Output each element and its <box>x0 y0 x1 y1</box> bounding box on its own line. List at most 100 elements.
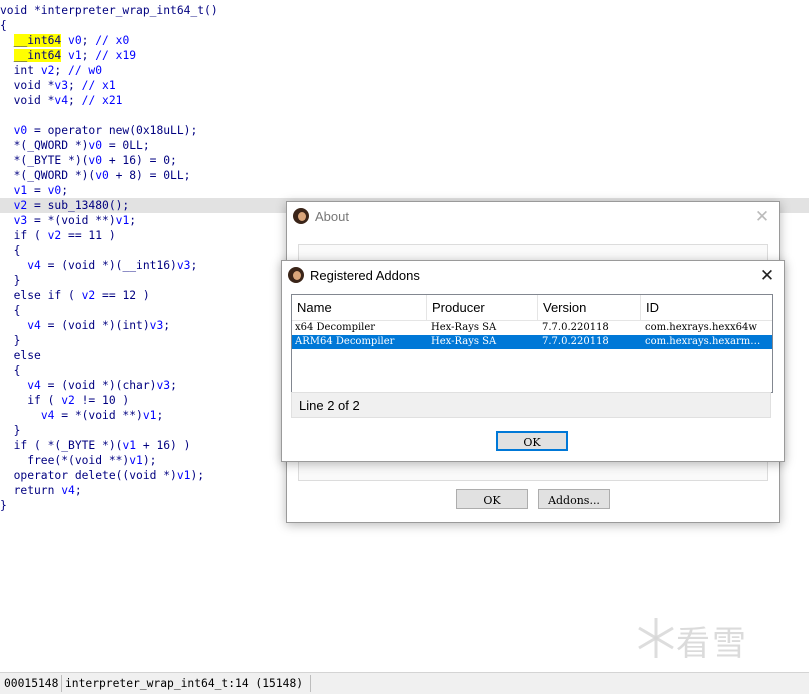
addon-producer: Hex-Rays SA <box>431 336 497 347</box>
variable-token[interactable]: v2 <box>82 289 96 302</box>
about-close-icon[interactable]: ✕ <box>751 206 773 228</box>
status-separator <box>61 675 62 692</box>
code-line[interactable]: { <box>0 363 21 378</box>
addon-version: 7.7.0.220118 <box>542 336 609 347</box>
code-line[interactable]: v4 = (void *)(char)v3; <box>0 378 177 393</box>
variable-token[interactable]: v1 <box>129 454 143 467</box>
variable-token[interactable]: v4 <box>41 409 55 422</box>
code-line[interactable]: { <box>0 303 21 318</box>
addon-row[interactable]: ARM64 Decompiler Hex-Rays SA 7.7.0.22011… <box>292 335 772 349</box>
code-comment: // w0 <box>68 64 103 77</box>
watermark-text: 看雪 <box>676 624 748 664</box>
code-line[interactable]: *(_BYTE *)(v0 + 16) = 0; <box>0 153 177 168</box>
code-line[interactable]: return v4; <box>0 483 82 498</box>
code-line[interactable]: else <box>0 348 41 363</box>
code-comment: // x1 <box>81 79 116 92</box>
variable-token[interactable]: v0 <box>48 184 62 197</box>
snowflake-icon <box>638 618 674 658</box>
code-line[interactable]: if ( v2 == 11 ) <box>0 228 116 243</box>
code-line[interactable]: if ( *(_BYTE *)(v1 + 16) ) <box>0 438 191 453</box>
variable-token[interactable]: v2 <box>14 199 28 212</box>
addon-id: com.hexrays.hexarm… <box>645 336 761 347</box>
variable-token[interactable]: v0 <box>68 34 82 47</box>
column-header-producer[interactable]: Producer <box>427 295 538 320</box>
variable-token[interactable]: v1 <box>14 184 28 197</box>
variable-token[interactable]: v3 <box>156 379 170 392</box>
addon-row[interactable]: x64 Decompiler Hex-Rays SA 7.7.0.220118 … <box>292 321 772 335</box>
column-header-id[interactable]: ID <box>641 295 772 320</box>
about-titlebar[interactable]: About ✕ <box>287 202 779 232</box>
variable-token[interactable]: v2 <box>48 229 62 242</box>
code-line[interactable]: v4 = *(void **)v1; <box>0 408 163 423</box>
addon-version: 7.7.0.220118 <box>542 322 609 333</box>
code-line[interactable]: else if ( v2 == 12 ) <box>0 288 150 303</box>
variable-token[interactable]: v1 <box>177 469 191 482</box>
variable-token[interactable]: v1 <box>68 49 82 62</box>
highlighted-type-token[interactable]: __int64 <box>13 49 62 62</box>
addons-titlebar[interactable]: Registered Addons ✕ <box>282 261 784 291</box>
variable-token[interactable]: v3 <box>54 79 68 92</box>
code-line[interactable]: __int64 v1; // x19 <box>0 48 136 63</box>
code-line[interactable]: { <box>0 243 21 258</box>
about-title: About <box>315 209 349 224</box>
code-line[interactable]: } <box>0 273 21 288</box>
code-line[interactable]: void *interpreter_wrap_int64_t() <box>0 3 218 18</box>
variable-token[interactable]: v4 <box>27 259 41 272</box>
variable-token[interactable]: v3 <box>150 319 164 332</box>
variable-token[interactable]: v4 <box>61 484 75 497</box>
about-ok-button[interactable]: OK <box>456 489 528 509</box>
variable-token[interactable]: v4 <box>27 319 41 332</box>
code-comment: // x21 <box>81 94 123 107</box>
status-separator <box>310 675 311 692</box>
variable-token[interactable]: v2 <box>41 64 55 77</box>
addons-button[interactable]: Addons... <box>538 489 610 509</box>
addon-name: x64 Decompiler <box>295 322 376 333</box>
addons-status-text: Line 2 of 2 <box>299 398 360 413</box>
code-line[interactable]: void *v4; // x21 <box>0 93 123 108</box>
addon-id: com.hexrays.hexx64w <box>645 322 757 333</box>
variable-token[interactable]: v1 <box>143 409 157 422</box>
addons-ok-button[interactable]: OK <box>496 431 568 451</box>
code-line[interactable]: *(_QWORD *)v0 = 0LL; <box>0 138 150 153</box>
code-line[interactable]: } <box>0 498 7 513</box>
code-line[interactable]: } <box>0 333 21 348</box>
variable-token[interactable]: v4 <box>27 379 41 392</box>
addons-list[interactable]: Name Producer Version ID x64 Decompiler … <box>291 294 773 393</box>
code-line[interactable]: v1 = v0; <box>0 183 68 198</box>
addons-close-icon[interactable]: ✕ <box>756 265 778 287</box>
code-line[interactable]: v3 = *(void **)v1; <box>0 213 136 228</box>
column-header-version[interactable]: Version <box>538 295 641 320</box>
code-line[interactable]: v4 = (void *)(int)v3; <box>0 318 170 333</box>
registered-addons-dialog: Registered Addons ✕ Name Producer Versio… <box>281 260 785 462</box>
highlighted-type-token[interactable]: __int64 <box>13 34 62 47</box>
code-line[interactable]: void *v3; // x1 <box>0 78 116 93</box>
variable-token[interactable]: v0 <box>14 124 28 137</box>
status-bar: 00015148 interpreter_wrap_int64_t:14 (15… <box>0 672 809 694</box>
addons-title: Registered Addons <box>310 268 420 283</box>
code-line[interactable]: operator delete((void *)v1); <box>0 468 204 483</box>
column-header-name[interactable]: Name <box>292 295 427 320</box>
code-line[interactable]: *(_QWORD *)(v0 + 8) = 0LL; <box>0 168 191 183</box>
code-line[interactable]: free(*(void **)v1); <box>0 453 156 468</box>
ida-app-icon <box>293 208 309 224</box>
code-line[interactable]: v2 = sub_13480(); <box>0 198 130 213</box>
variable-token[interactable]: v0 <box>88 154 102 167</box>
variable-token[interactable]: v1 <box>116 214 130 227</box>
variable-token[interactable]: v1 <box>122 439 136 452</box>
variable-token[interactable]: v4 <box>54 94 68 107</box>
code-line[interactable]: v4 = (void *)(__int16)v3; <box>0 258 197 273</box>
variable-token[interactable]: v3 <box>177 259 191 272</box>
code-line[interactable]: int v2; // w0 <box>0 63 102 78</box>
code-line[interactable]: { <box>0 18 7 33</box>
code-line[interactable]: if ( v2 != 10 ) <box>0 393 129 408</box>
variable-token[interactable]: v0 <box>95 169 109 182</box>
code-line[interactable]: __int64 v0; // x0 <box>0 33 129 48</box>
code-line[interactable]: v0 = operator new(0x18uLL); <box>0 123 198 138</box>
addons-status: Line 2 of 2 <box>291 392 771 418</box>
variable-token[interactable]: v2 <box>61 394 75 407</box>
variable-token[interactable]: v0 <box>88 139 102 152</box>
variable-token[interactable]: v3 <box>14 214 28 227</box>
code-line[interactable]: } <box>0 423 21 438</box>
addons-list-header: Name Producer Version ID <box>292 295 772 321</box>
ida-app-icon <box>288 267 304 283</box>
